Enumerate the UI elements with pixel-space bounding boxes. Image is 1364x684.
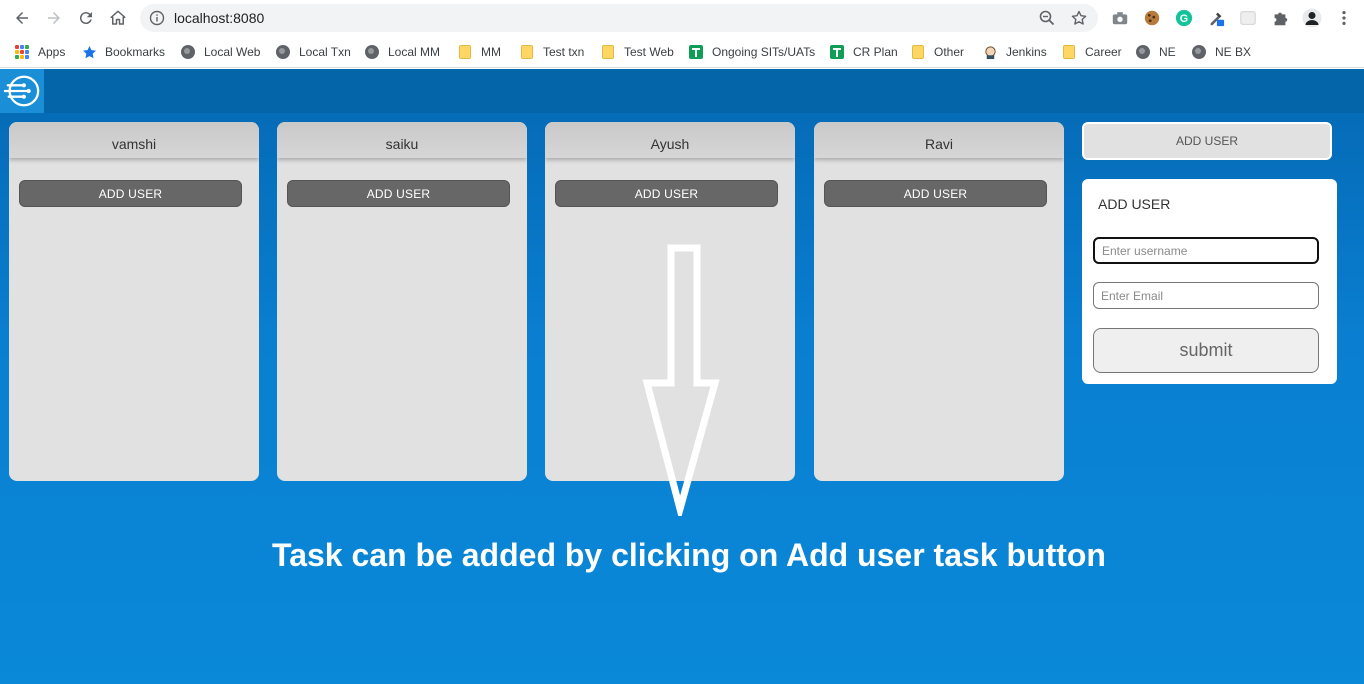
home-button[interactable]	[106, 6, 130, 30]
instruction-caption: Task can be added by clicking on Add use…	[272, 537, 1106, 573]
folder-icon	[600, 44, 616, 60]
sheet-icon	[688, 44, 704, 60]
folder-icon	[519, 44, 535, 60]
column-title: Ravi	[814, 122, 1064, 158]
back-button[interactable]	[10, 6, 34, 30]
folder-icon	[910, 44, 926, 60]
form-title: ADD USER	[1098, 196, 1171, 212]
add-user-task-button[interactable]: ADD USER	[287, 180, 510, 207]
info-icon[interactable]	[149, 10, 165, 26]
browser-toolbar: localhost:8080 G	[0, 0, 1364, 37]
eyedropper-icon[interactable]	[1206, 8, 1226, 28]
add-user-task-button[interactable]: ADD USER	[19, 180, 242, 207]
blank-extension-icon[interactable]	[1238, 8, 1258, 28]
forward-button[interactable]	[42, 6, 66, 30]
address-bar[interactable]: localhost:8080	[140, 4, 1098, 32]
user-column-vamshi: vamshi ADD USER	[9, 122, 259, 481]
url-text[interactable]: localhost:8080	[174, 10, 264, 26]
star-icon	[81, 44, 97, 60]
bookmark-other[interactable]: Other	[910, 42, 964, 62]
sheet-icon	[829, 44, 845, 60]
jenkins-icon	[982, 44, 998, 60]
bookmark-mm[interactable]: MM	[457, 42, 501, 62]
add-user-toggle-button[interactable]: ADD USER	[1082, 122, 1332, 160]
star-icon[interactable]	[1071, 10, 1087, 26]
folder-icon	[457, 44, 473, 60]
bookmark-cr-plan[interactable]: CR Plan	[829, 42, 898, 62]
bookmark-apps[interactable]: Apps	[14, 42, 65, 62]
globe-icon	[364, 44, 380, 60]
column-title: Ayush	[545, 122, 795, 158]
bookmark-ne[interactable]: NE	[1135, 42, 1176, 62]
bookmark-local-mm[interactable]: Local MM	[364, 42, 440, 62]
down-arrow-icon	[642, 244, 720, 516]
menu-kebab-icon[interactable]	[1334, 8, 1354, 28]
add-user-form: ADD USER submit	[1082, 179, 1337, 384]
column-title: vamshi	[9, 122, 259, 158]
bookmark-local-txn[interactable]: Local Txn	[275, 42, 351, 62]
reload-icon	[79, 12, 92, 25]
speed-lines-logo-icon	[3, 75, 40, 107]
profile-avatar-icon[interactable]	[1302, 8, 1322, 28]
column-title: saiku	[277, 122, 527, 158]
cookie-icon[interactable]	[1142, 8, 1162, 28]
add-user-task-button[interactable]: ADD USER	[555, 180, 778, 207]
app-viewport: vamshi ADD USER saiku ADD USER Ayush ADD…	[0, 69, 1364, 684]
arrow-left-icon	[16, 12, 28, 24]
bookmark-ne-bx[interactable]: NE BX	[1191, 42, 1251, 62]
bookmark-local-web[interactable]: Local Web	[180, 42, 260, 62]
bookmark-jenkins[interactable]: Jenkins	[982, 42, 1047, 62]
globe-icon	[275, 44, 291, 60]
home-icon	[110, 10, 126, 25]
camera-icon[interactable]	[1110, 8, 1130, 28]
arrow-right-icon	[48, 12, 60, 24]
globe-icon	[1191, 44, 1207, 60]
apps-grid-icon	[14, 44, 30, 60]
user-column-saiku: saiku ADD USER	[277, 122, 527, 481]
folder-icon	[1061, 44, 1077, 60]
username-input[interactable]	[1093, 237, 1319, 264]
globe-icon	[1135, 44, 1151, 60]
app-logo[interactable]	[0, 69, 44, 113]
zoom-icon[interactable]	[1039, 10, 1055, 26]
globe-icon	[180, 44, 196, 60]
bookmark-career[interactable]: Career	[1061, 42, 1122, 62]
email-input[interactable]	[1093, 282, 1319, 309]
bookmark-test-txn[interactable]: Test txn	[519, 42, 584, 62]
submit-button[interactable]: submit	[1093, 328, 1319, 373]
reload-button[interactable]	[74, 6, 98, 30]
puzzle-icon[interactable]	[1270, 8, 1290, 28]
app-header	[0, 69, 1364, 113]
bookmarks-bar: Apps Bookmarks Local Web Local Txn Local…	[0, 37, 1364, 68]
add-user-task-button[interactable]: ADD USER	[824, 180, 1047, 207]
user-column-ravi: Ravi ADD USER	[814, 122, 1064, 481]
bookmark-test-web[interactable]: Test Web	[600, 42, 674, 62]
bookmark-bookmarks[interactable]: Bookmarks	[81, 42, 165, 62]
svg-text:G: G	[1180, 13, 1188, 25]
bookmark-ongoing-sits[interactable]: Ongoing SITs/UATs	[688, 42, 815, 62]
grammarly-icon[interactable]: G	[1174, 8, 1194, 28]
